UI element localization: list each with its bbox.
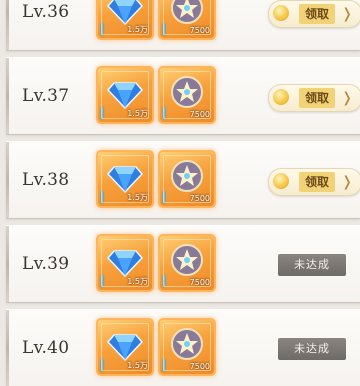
star-crest-medal-icon bbox=[171, 0, 203, 24]
star-crest-medal-icon bbox=[171, 328, 203, 360]
chevron-right-icon: ❭ bbox=[341, 174, 353, 190]
chevron-right-icon: ❭ bbox=[341, 90, 353, 106]
reward-row: Lv.40 1.5万 7500 未达成 bbox=[6, 309, 360, 386]
claim-button[interactable]: 领取 ❭ bbox=[268, 0, 360, 28]
level-label: Lv.39 bbox=[22, 254, 70, 274]
star-crest-medal-icon bbox=[171, 160, 203, 192]
item-count: 7500 bbox=[189, 194, 210, 203]
level-label: Lv.37 bbox=[22, 86, 70, 106]
diamond-reward-slot[interactable]: 1.5万 bbox=[98, 236, 152, 290]
chevron-right-icon: ❭ bbox=[341, 6, 353, 22]
item-count: 1.5万 bbox=[127, 25, 148, 34]
claim-button-label: 领取 bbox=[299, 88, 335, 108]
item-count: 1.5万 bbox=[127, 277, 148, 286]
level-label: Lv.38 bbox=[22, 170, 70, 190]
item-count: 7500 bbox=[189, 110, 210, 119]
claim-button[interactable]: 领取 ❭ bbox=[268, 168, 360, 196]
diamond-reward-slot[interactable]: 1.5万 bbox=[98, 68, 152, 122]
level-label: Lv.36 bbox=[22, 2, 70, 22]
item-count: 7500 bbox=[189, 362, 210, 371]
gold-coin-icon bbox=[273, 89, 289, 105]
diamond-reward-slot[interactable]: 1.5万 bbox=[98, 0, 152, 38]
item-count: 1.5万 bbox=[127, 193, 148, 202]
blue-diamond-gem-icon bbox=[106, 334, 144, 362]
item-count: 1.5万 bbox=[127, 361, 148, 370]
star-crest-medal-icon bbox=[171, 244, 203, 276]
reward-row: Lv.36 1.5万 7500 领取 ❭ bbox=[6, 0, 360, 50]
blue-diamond-gem-icon bbox=[106, 250, 144, 278]
gold-coin-icon bbox=[273, 173, 289, 189]
reward-row: Lv.37 1.5万 7500 领取 ❭ bbox=[6, 57, 360, 134]
reward-row: Lv.38 1.5万 7500 领取 ❭ bbox=[6, 141, 360, 218]
item-count: 7500 bbox=[189, 26, 210, 35]
medal-reward-slot[interactable]: 7500 bbox=[160, 68, 214, 122]
not-achieved-badge: 未达成 bbox=[278, 338, 346, 360]
gold-coin-icon bbox=[273, 5, 289, 21]
claim-button-label: 领取 bbox=[299, 172, 335, 192]
item-count: 1.5万 bbox=[127, 109, 148, 118]
claim-button[interactable]: 领取 ❭ bbox=[268, 84, 360, 112]
medal-reward-slot[interactable]: 7500 bbox=[160, 0, 214, 38]
diamond-reward-slot[interactable]: 1.5万 bbox=[98, 152, 152, 206]
blue-diamond-gem-icon bbox=[106, 0, 144, 26]
medal-reward-slot[interactable]: 7500 bbox=[160, 152, 214, 206]
medal-reward-slot[interactable]: 7500 bbox=[160, 236, 214, 290]
blue-diamond-gem-icon bbox=[106, 82, 144, 110]
blue-diamond-gem-icon bbox=[106, 166, 144, 194]
item-count: 7500 bbox=[189, 278, 210, 287]
medal-reward-slot[interactable]: 7500 bbox=[160, 320, 214, 374]
claim-button-label: 领取 bbox=[299, 4, 335, 24]
diamond-reward-slot[interactable]: 1.5万 bbox=[98, 320, 152, 374]
star-crest-medal-icon bbox=[171, 76, 203, 108]
reward-row: Lv.39 1.5万 7500 未达成 bbox=[6, 225, 360, 302]
level-label: Lv.40 bbox=[22, 338, 70, 358]
not-achieved-badge: 未达成 bbox=[278, 254, 346, 276]
